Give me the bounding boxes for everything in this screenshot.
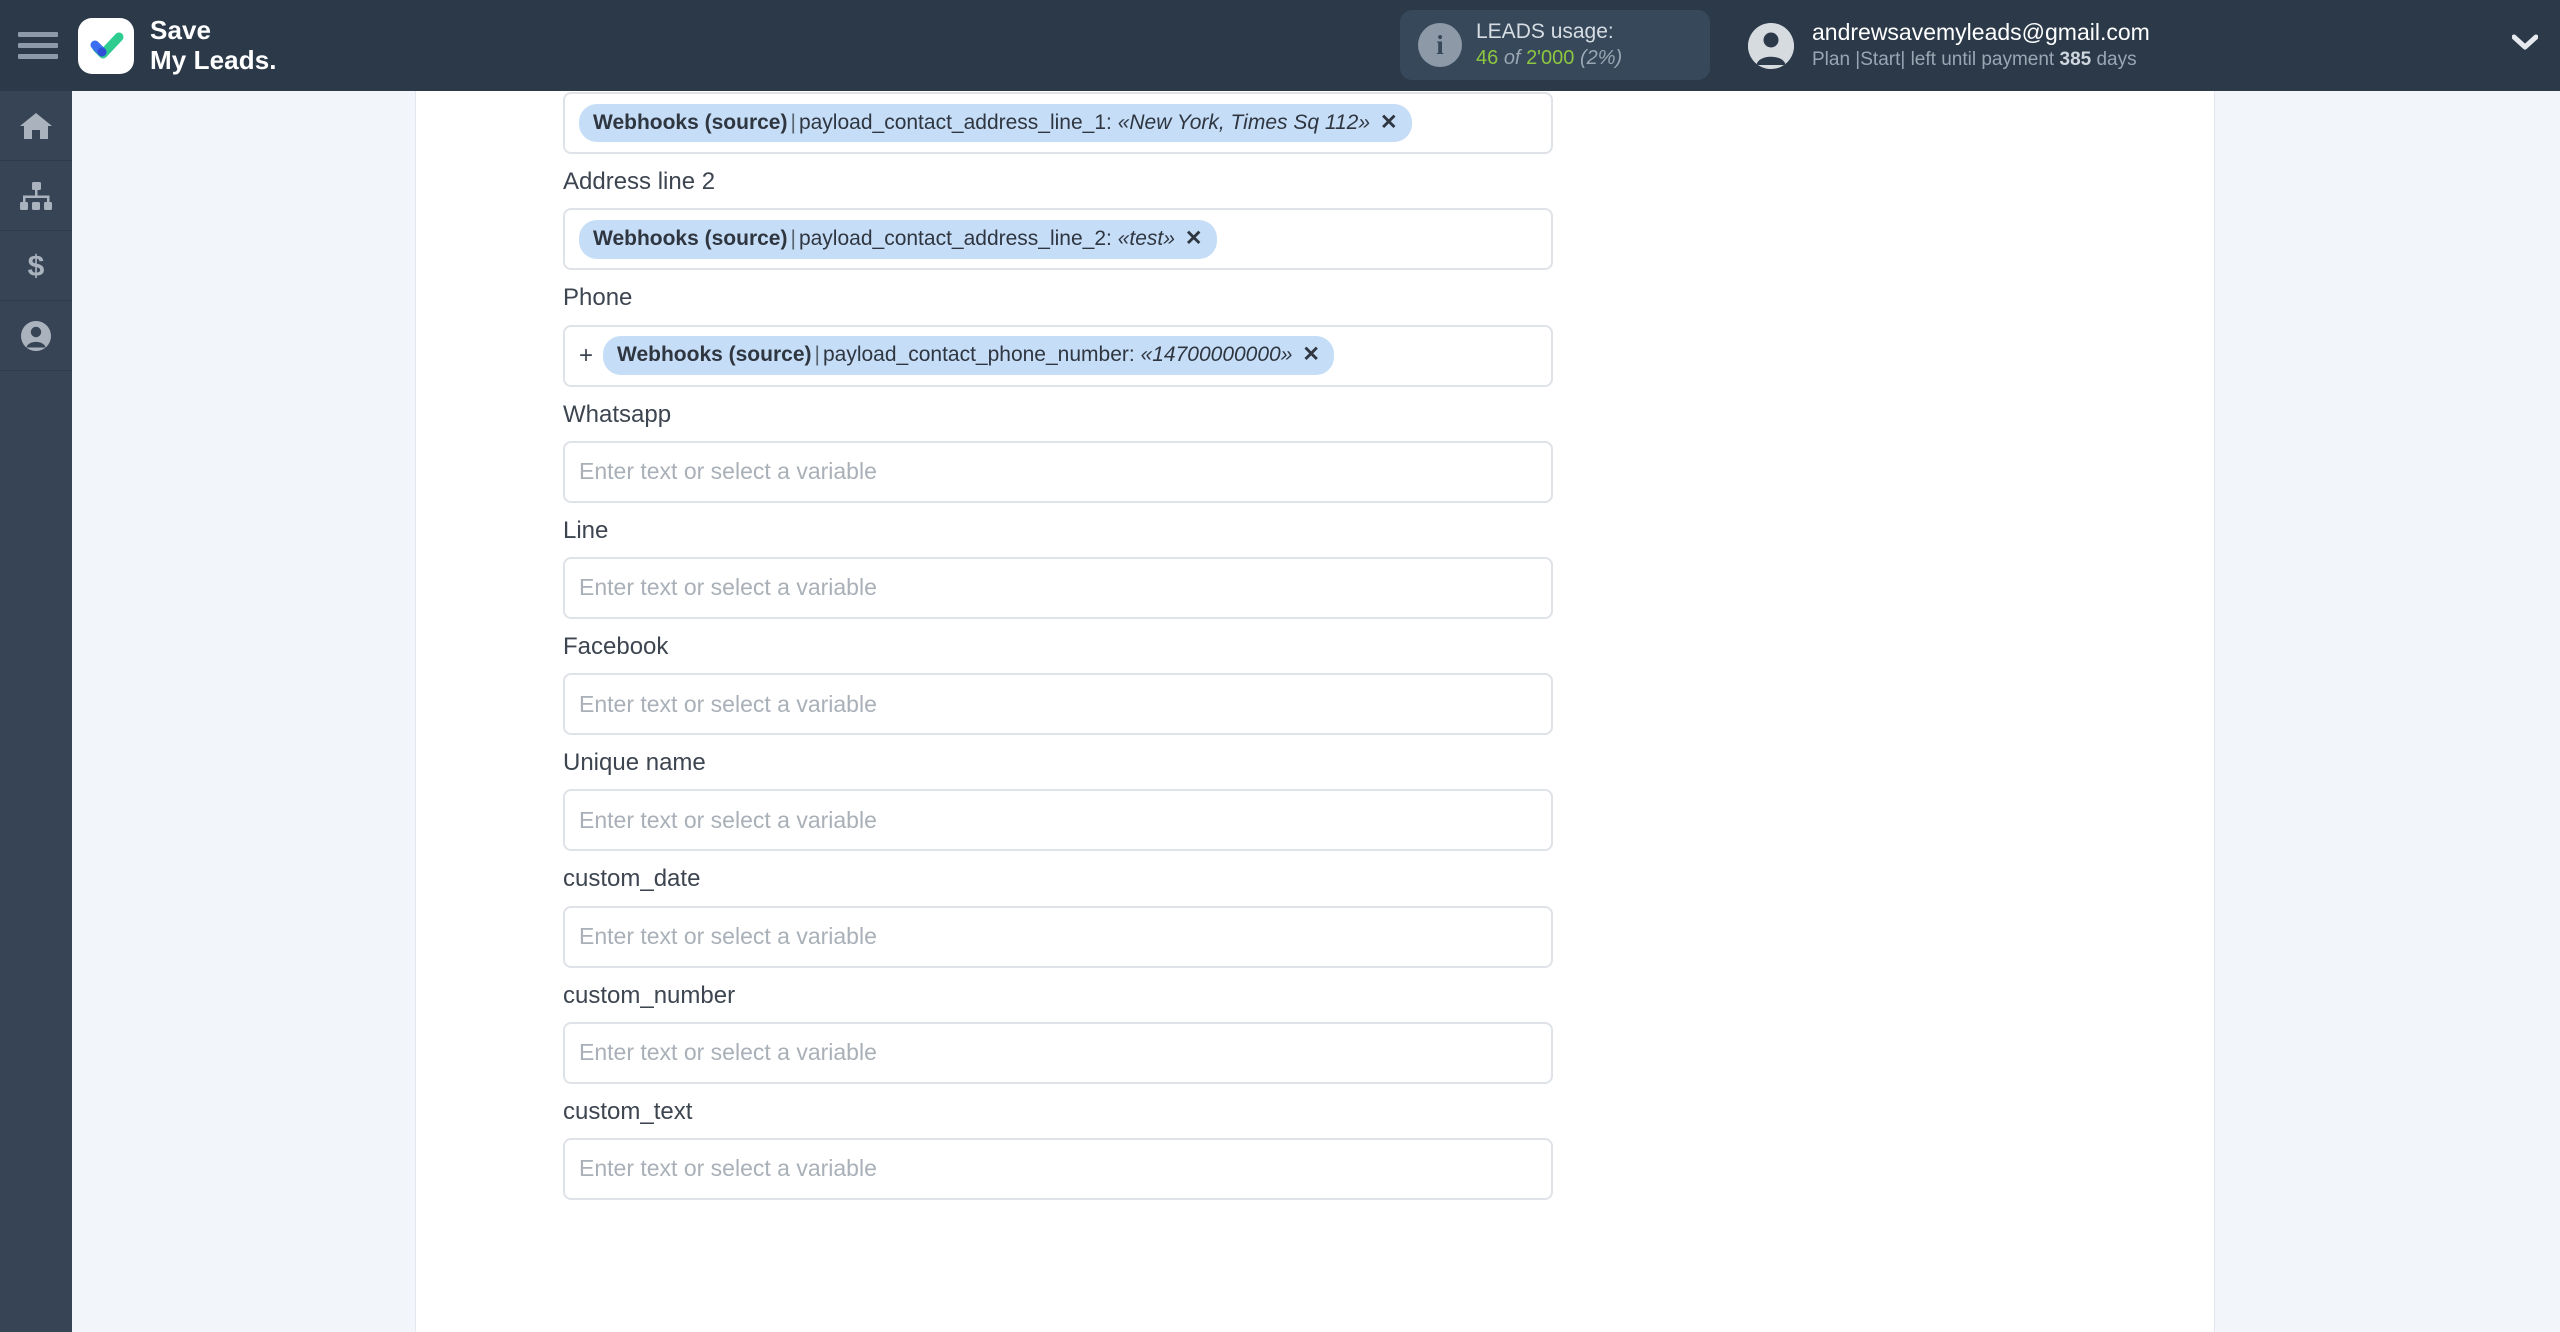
avatar-glyph [1748, 22, 1794, 69]
sidebar-item-billing[interactable]: $ [0, 231, 72, 301]
sidebar-item-account[interactable] [0, 301, 72, 371]
input-placeholder: Enter text or select a variable [579, 1155, 877, 1182]
input-placeholder: Enter text or select a variable [579, 1039, 877, 1066]
chip-separator: | [814, 343, 820, 367]
chip-key: payload_contact_phone_number: [822, 343, 1135, 367]
field-mapping-form: Address lineWebhooks (source)|payload_co… [563, 50, 1553, 1212]
usage-percent: (2%) [1579, 46, 1623, 69]
field-label: Address line 2 [563, 168, 716, 196]
chip-key: payload_contact_address_line_2: [798, 227, 1112, 251]
input-placeholder: Enter text or select a variable [579, 574, 877, 601]
variable-input-box[interactable]: Enter text or select a variable [563, 440, 1553, 503]
variable-chip[interactable]: Webhooks (source) | payload_contact_addres… [579, 104, 1412, 143]
sitemap-icon [20, 181, 52, 210]
form-field: custom_text Enter text or select a variab… [563, 1096, 1553, 1200]
variable-input-box[interactable]: Enter text or select a variable [563, 1021, 1553, 1084]
leads-usage-box[interactable]: i LEADS usage: 46 of 2'000 (2%) [1400, 10, 1710, 80]
checkmark-logo-icon [78, 17, 134, 74]
account-email: andrewsavemyleads@gmail.com [1812, 19, 2150, 46]
field-label: Phone [563, 284, 633, 312]
user-circle-icon [21, 320, 51, 351]
left-sidebar: $ [0, 91, 72, 1332]
page-body: Address lineWebhooks (source)|payload_co… [72, 52, 2560, 1332]
home-icon [20, 112, 52, 139]
chip-key: payload_contact_address_line_1: [798, 111, 1112, 135]
content-panel: Address lineWebhooks (source)|payload_co… [415, 52, 2215, 1332]
chip-value: «test» [1117, 227, 1175, 251]
variable-input-box[interactable]: Enter text or select a variable [563, 905, 1553, 968]
top-header-bar: Save My Leads. i LEADS usage: 46 of 2'00… [0, 0, 2560, 91]
field-label: Unique name [563, 749, 706, 777]
dollar-icon: $ [28, 250, 45, 283]
user-avatar-icon [1748, 22, 1794, 69]
form-field: custom_number Enter text or select a vari… [563, 980, 1553, 1084]
form-field: Facebook Enter text or select a variable [563, 631, 1553, 736]
chip-remove-icon[interactable]: ✕ [1185, 226, 1203, 252]
input-placeholder: Enter text or select a variable [579, 690, 877, 717]
usage-values: 46 of 2'000 (2%) [1476, 46, 1622, 72]
field-label: Whatsapp [563, 400, 672, 428]
field-label: Facebook [563, 632, 669, 660]
svg-text:$: $ [28, 250, 45, 283]
plan-prefix: Plan |Start| left until payment [1812, 49, 2060, 71]
form-field: custom_date Enter text or select a variab… [563, 863, 1553, 968]
sidebar-item-connections[interactable] [0, 161, 72, 231]
chip-separator: | [790, 111, 796, 135]
variable-input-box[interactable]: Enter text or select a variable [563, 789, 1553, 852]
form-field: Whatsapp Enter text or select a variable [563, 399, 1553, 503]
chip-source: Webhooks (source) [593, 111, 788, 135]
usage-text-group: LEADS usage: 46 of 2'000 (2%) [1476, 19, 1622, 71]
variable-input-box[interactable]: Enter text or select a variable [563, 556, 1553, 619]
chip-value: «New York, Times Sq 112» [1117, 111, 1371, 135]
brand-title: Save My Leads. [150, 16, 277, 74]
hamburger-bar [18, 54, 58, 59]
variable-chip[interactable]: Webhooks (source) | payload_contact_addres… [579, 220, 1217, 259]
hamburger-menu-icon[interactable] [18, 31, 58, 61]
hamburger-bar [18, 32, 58, 37]
plan-suffix: days [2091, 49, 2137, 71]
variable-input-box[interactable]: Webhooks (source) | payload_contact_addres… [563, 208, 1553, 271]
sidebar-item-home[interactable] [0, 91, 72, 161]
chip-separator: | [790, 227, 796, 251]
chevron-down-icon[interactable] [2512, 34, 2538, 50]
account-text-group: andrewsavemyleads@gmail.com Plan |Start|… [1812, 18, 2150, 73]
usage-title: LEADS usage: [1476, 19, 1614, 43]
field-label: custom_text [563, 1097, 693, 1125]
form-field: Unique name Enter text or select a variab… [563, 747, 1553, 852]
variable-input-box[interactable]: Enter text or select a variable [563, 1137, 1553, 1200]
chip-value: «14700000000» [1140, 343, 1293, 367]
account-menu[interactable]: andrewsavemyleads@gmail.com Plan |Start|… [1748, 0, 2150, 91]
form-field: Phone + Webhooks (source) | payload_contact_… [563, 282, 1553, 387]
form-field: Address line 2 Webhooks (source) | payload_… [563, 166, 1553, 271]
brand-logo-link[interactable]: Save My Leads. [78, 16, 277, 74]
usage-total: 2'000 [1526, 46, 1575, 69]
chip-source: Webhooks (source) [617, 343, 812, 367]
account-plan-info: Plan |Start| left until payment 385 days [1812, 48, 2150, 73]
usage-of-word: of [1503, 46, 1521, 69]
hamburger-bar [18, 43, 58, 48]
phone-plus-prefix: + [579, 341, 594, 369]
brand-line-1: Save [150, 15, 212, 46]
brand-line-2: My Leads. [150, 44, 277, 75]
info-icon: i [1418, 23, 1462, 67]
input-placeholder: Enter text or select a variable [579, 458, 877, 485]
field-label: custom_date [563, 865, 701, 893]
checkmark-glyph [90, 32, 124, 58]
chip-remove-icon[interactable]: ✕ [1302, 342, 1320, 368]
chip-source: Webhooks (source) [593, 227, 788, 251]
plan-days: 385 [2059, 49, 2092, 71]
usage-used: 46 [1476, 46, 1499, 69]
input-placeholder: Enter text or select a variable [579, 923, 877, 949]
field-label: Line [563, 516, 609, 544]
variable-input-box[interactable]: Webhooks (source) | payload_contact_addres… [563, 92, 1553, 155]
chip-remove-icon[interactable]: ✕ [1380, 110, 1398, 136]
field-label: custom_number [563, 981, 736, 1009]
form-field: Line Enter text or select a variable [563, 515, 1553, 619]
input-placeholder: Enter text or select a variable [579, 806, 877, 833]
variable-input-box[interactable]: Enter text or select a variable [563, 673, 1553, 736]
variable-input-box[interactable]: + Webhooks (source) | payload_contact_phone… [563, 324, 1553, 387]
variable-chip[interactable]: Webhooks (source) | payload_contact_phone_… [603, 336, 1335, 375]
